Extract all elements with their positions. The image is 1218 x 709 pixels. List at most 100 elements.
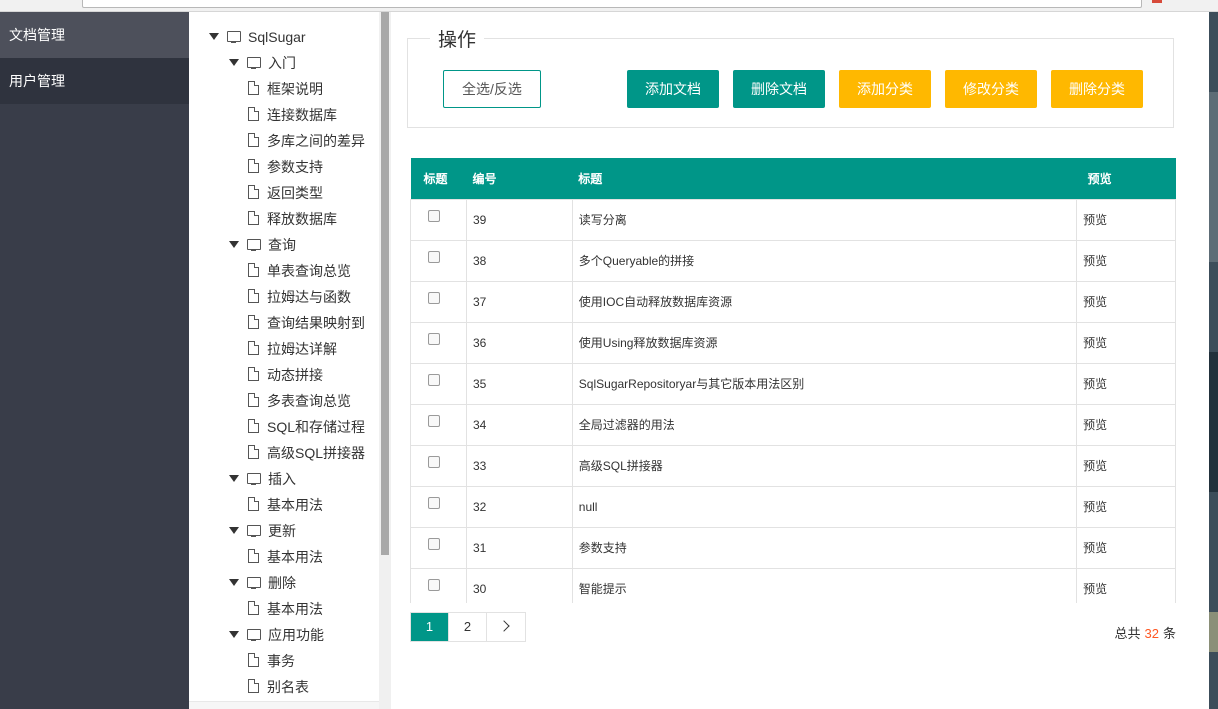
tree-doc-item[interactable]: 参数支持 xyxy=(248,154,323,180)
tree-doc-item[interactable]: 释放数据库 xyxy=(248,206,337,232)
caret-down-icon[interactable] xyxy=(209,32,219,40)
tree-doc-item[interactable]: 返回类型 xyxy=(248,180,323,206)
tree-doc-item[interactable]: 动态拼接 xyxy=(248,362,323,388)
tree-doc-item[interactable]: 单表查询总览 xyxy=(248,258,351,284)
tree-scrollbar[interactable] xyxy=(379,12,391,709)
row-checkbox[interactable] xyxy=(428,497,440,509)
tree-node-label: 多表查询总览 xyxy=(267,393,351,409)
tree-doc-item[interactable]: 多表查询总览 xyxy=(248,388,351,414)
row-preview-link[interactable]: 预览 xyxy=(1076,321,1176,364)
row-checkbox[interactable] xyxy=(428,538,440,550)
tree-node-label: 入门 xyxy=(268,55,296,71)
tree-folder[interactable]: 更新 xyxy=(229,518,296,544)
row-checkbox[interactable] xyxy=(428,415,440,427)
table-row: 37 使用IOC自动释放数据库资源 预览 xyxy=(410,280,1176,323)
tree-folder[interactable]: 删除 xyxy=(229,570,296,596)
row-select-cell xyxy=(410,526,467,569)
row-checkbox[interactable] xyxy=(428,210,440,222)
tree-doc-item[interactable]: 别名表 xyxy=(248,674,309,700)
row-checkbox[interactable] xyxy=(428,292,440,304)
row-title: 参数支持 xyxy=(571,526,1078,569)
tree-folder[interactable]: 应用功能 xyxy=(229,622,324,648)
tree-doc-item[interactable]: 基本用法 xyxy=(248,492,323,518)
add-doc-button[interactable]: 添加文档 xyxy=(627,70,719,108)
tree-node-label: 框架说明 xyxy=(267,81,323,97)
document-icon xyxy=(248,444,260,460)
caret-down-icon[interactable] xyxy=(229,630,239,638)
edit-category-button[interactable]: 修改分类 xyxy=(945,70,1037,108)
tree-doc-item[interactable]: 多库之间的差异 xyxy=(248,128,365,154)
caret-down-icon[interactable] xyxy=(229,578,239,586)
tree-doc-item[interactable]: 事务 xyxy=(248,648,295,674)
doc-table-wrapper[interactable]: 标题 编号 标题 预览 39 读写分离 预览 38 多个Queryable的拼接 预览 37… xyxy=(410,158,1176,603)
tree-doc-item[interactable]: 拉姆达与函数 xyxy=(248,284,351,310)
row-preview-link[interactable]: 预览 xyxy=(1076,198,1176,241)
tree-node-label: SqlSugar xyxy=(248,29,306,45)
row-preview-link[interactable]: 预览 xyxy=(1076,280,1176,323)
row-preview-link[interactable]: 预览 xyxy=(1076,526,1176,569)
row-title: 全局过滤器的用法 xyxy=(571,403,1078,446)
row-id: 31 xyxy=(465,526,573,569)
delete-doc-button[interactable]: 删除文档 xyxy=(733,70,825,108)
table-row: 30 智能提示 预览 xyxy=(410,567,1176,603)
select-toggle-button[interactable]: 全选/反选 xyxy=(443,70,541,108)
page-2-button[interactable]: 2 xyxy=(449,613,487,641)
caret-down-icon[interactable] xyxy=(229,240,239,248)
url-field[interactable] xyxy=(82,0,1142,8)
document-icon xyxy=(248,392,260,408)
browser-button-edge xyxy=(1152,0,1162,3)
document-icon xyxy=(248,184,260,200)
caret-down-icon[interactable] xyxy=(229,58,239,66)
tree-node-label: 拉姆达详解 xyxy=(267,341,337,357)
page-1-button[interactable]: 1 xyxy=(411,613,449,641)
row-id: 33 xyxy=(465,444,573,487)
table-row: 38 多个Queryable的拼接 预览 xyxy=(410,239,1176,282)
nav-item-doc-manage[interactable]: 文档管理 xyxy=(0,12,189,58)
doc-tree-panel: SqlSugar 入门 框架说明 连接数据库 多库之间的差异 参数支持 返回类型 释放数据库查… xyxy=(189,12,391,709)
row-checkbox[interactable] xyxy=(428,374,440,386)
row-checkbox[interactable] xyxy=(428,251,440,263)
table-row: 33 高级SQL拼接器 预览 xyxy=(410,444,1176,487)
tree-scrollbar-thumb[interactable] xyxy=(381,12,389,555)
row-preview-link[interactable]: 预览 xyxy=(1076,485,1176,528)
tree-folder[interactable]: 查询 xyxy=(229,232,296,258)
row-select-cell xyxy=(410,239,467,282)
tree-doc-item[interactable]: 查询结果映射到 xyxy=(248,310,365,336)
row-preview-link[interactable]: 预览 xyxy=(1076,567,1176,603)
caret-down-icon[interactable] xyxy=(229,474,239,482)
row-title: 高级SQL拼接器 xyxy=(571,444,1078,487)
row-checkbox[interactable] xyxy=(428,579,440,591)
tree-node-label: 别名表 xyxy=(267,679,309,695)
caret-down-icon[interactable] xyxy=(229,526,239,534)
row-preview-link[interactable]: 预览 xyxy=(1076,444,1176,487)
row-preview-link[interactable]: 预览 xyxy=(1076,403,1176,446)
tree-doc-item[interactable]: SQL和存储过程 xyxy=(248,414,365,440)
main-content: 操作 全选/反选 添加文档 删除文档 添加分类 修改分类 删除分类 标题 编号 … xyxy=(391,12,1209,709)
row-checkbox[interactable] xyxy=(428,456,440,468)
tree-doc-item[interactable]: 基本用法 xyxy=(248,596,323,622)
row-checkbox[interactable] xyxy=(428,333,440,345)
tree-root-sqlsugar[interactable]: SqlSugar xyxy=(209,24,306,50)
row-preview-link[interactable]: 预览 xyxy=(1076,362,1176,405)
tree-doc-item[interactable]: 基本用法 xyxy=(248,544,323,570)
tree-folder[interactable]: 插入 xyxy=(229,466,296,492)
document-icon xyxy=(248,652,260,668)
document-icon xyxy=(248,340,260,356)
next-page-button[interactable] xyxy=(487,613,525,641)
tree-node-label: 更新 xyxy=(268,523,296,539)
row-preview-link[interactable]: 预览 xyxy=(1076,239,1176,282)
tree-doc-item[interactable]: 框架说明 xyxy=(248,76,323,102)
tree-doc-item[interactable]: 连接数据库 xyxy=(248,102,337,128)
document-icon xyxy=(248,132,260,148)
add-category-button[interactable]: 添加分类 xyxy=(839,70,931,108)
tree-folder[interactable]: 入门 xyxy=(229,50,296,76)
tree-node-label: 返回类型 xyxy=(267,185,323,201)
tree-node-label: 删除 xyxy=(268,575,296,591)
nav-item-user-manage[interactable]: 用户管理 xyxy=(0,58,189,104)
tree-doc-item[interactable]: 高级SQL拼接器 xyxy=(248,440,365,466)
total-prefix: 总共 xyxy=(1114,626,1141,641)
delete-category-button[interactable]: 删除分类 xyxy=(1051,70,1143,108)
row-id: 34 xyxy=(465,403,573,446)
table-row: 34 全局过滤器的用法 预览 xyxy=(410,403,1176,446)
tree-doc-item[interactable]: 拉姆达详解 xyxy=(248,336,337,362)
